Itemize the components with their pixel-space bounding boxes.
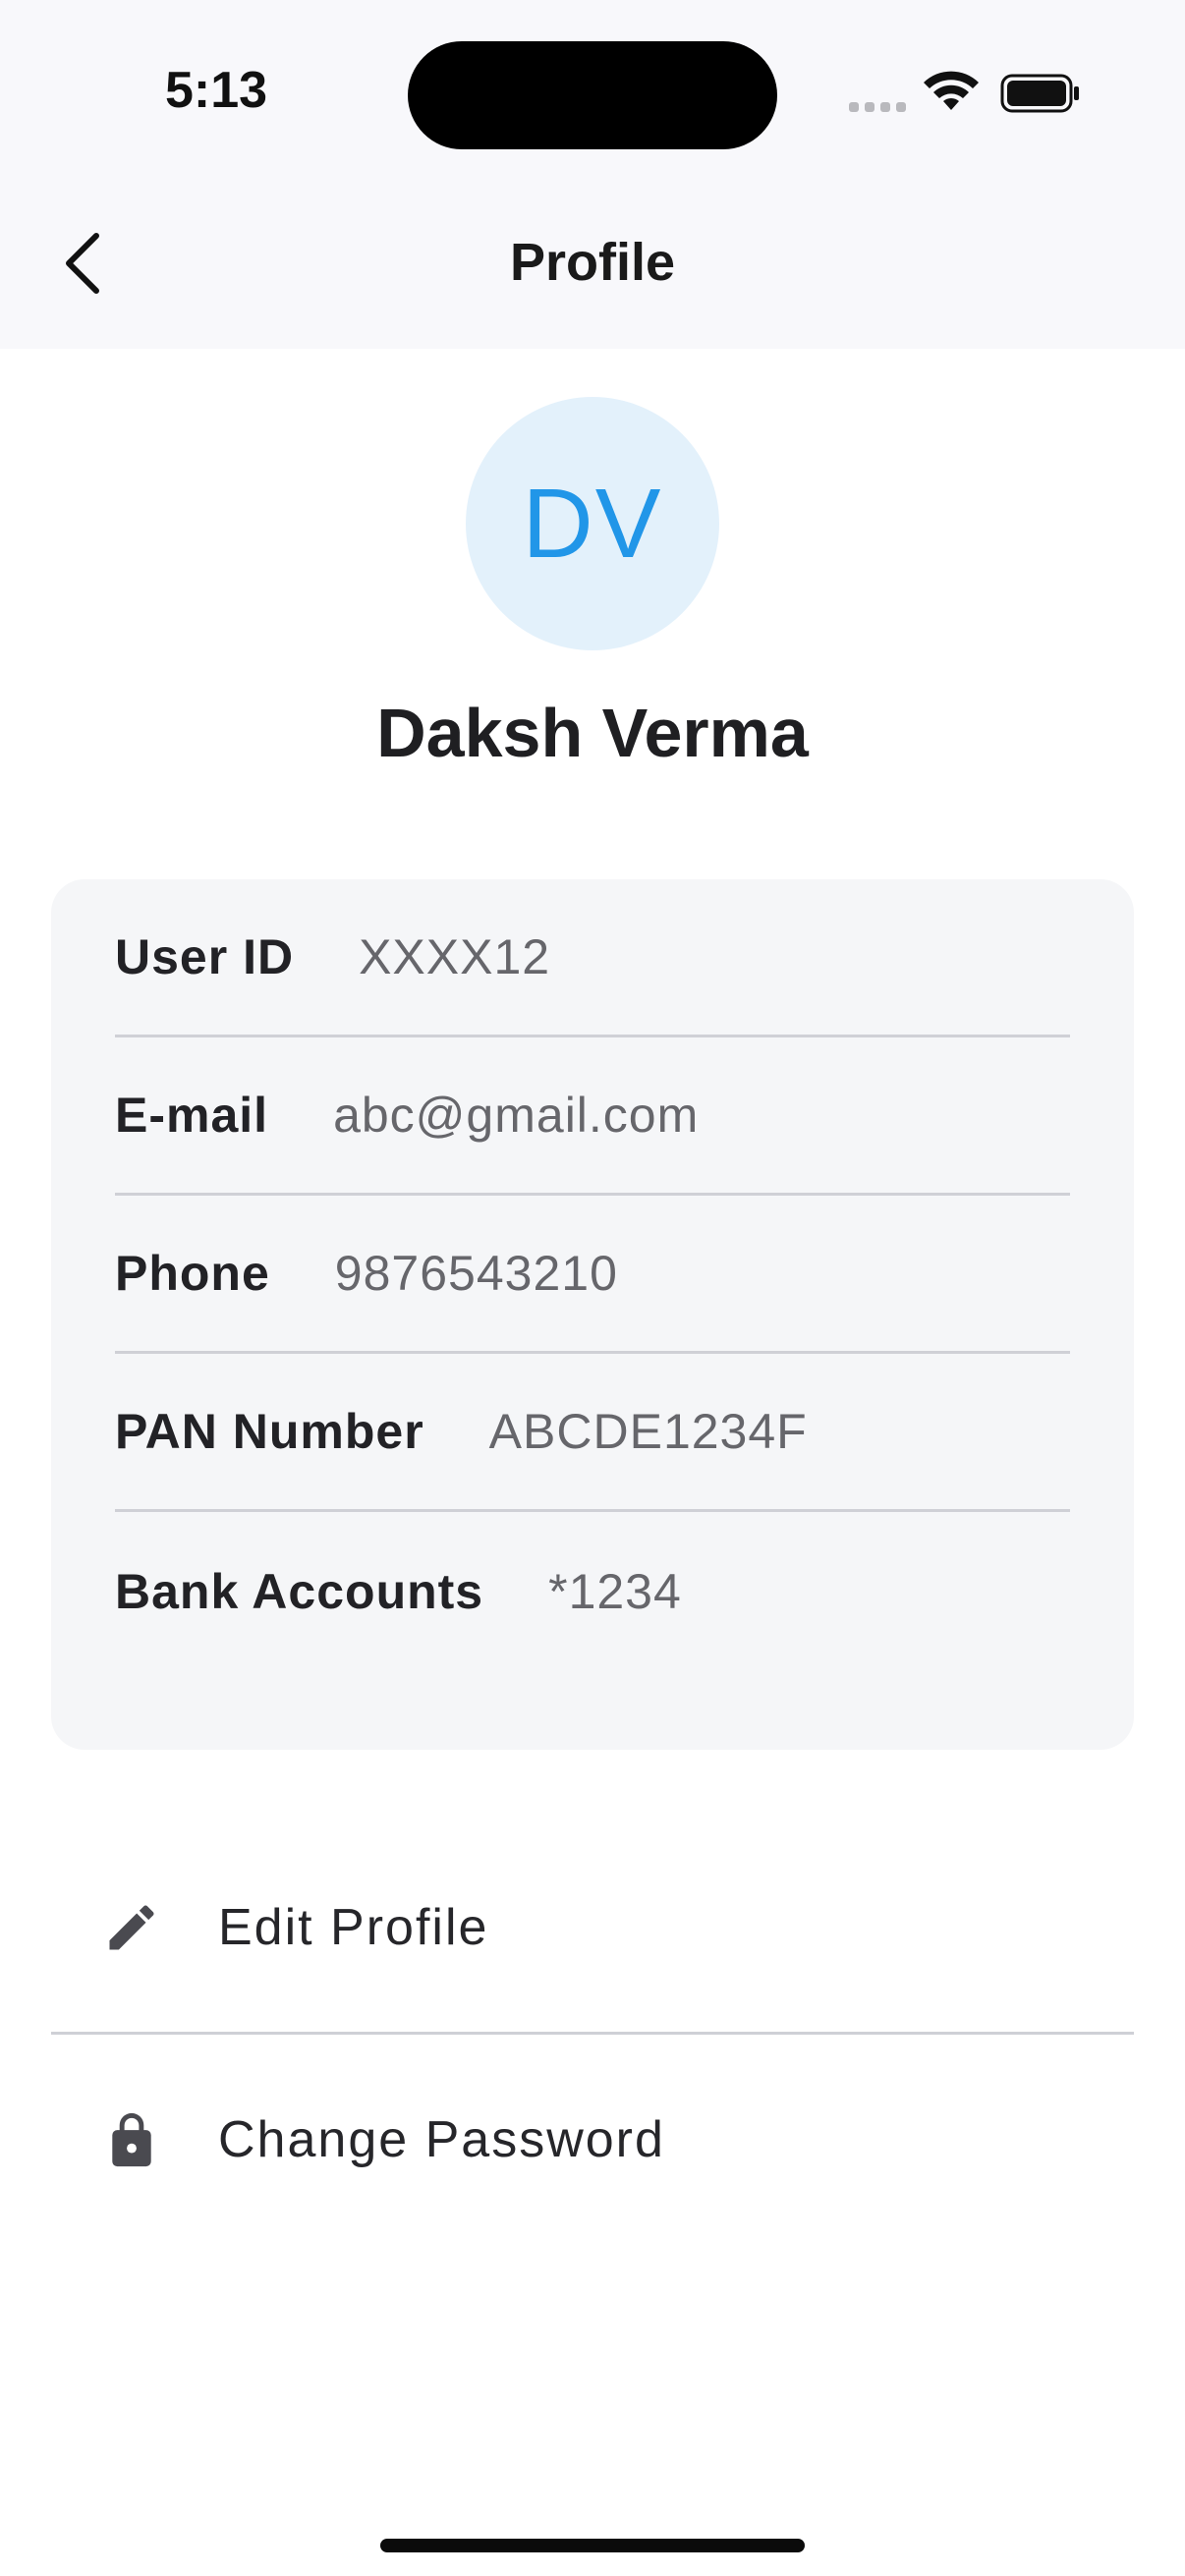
detail-value: 9876543210 — [334, 1246, 618, 1301]
lock-icon — [100, 2108, 163, 2171]
avatar-initials: DV — [522, 468, 663, 579]
detail-row-user-id: User ID XXXX12 — [115, 879, 1070, 1037]
status-time: 5:13 — [164, 62, 268, 119]
detail-value: *1234 — [548, 1563, 682, 1619]
battery-icon — [1000, 74, 1079, 113]
detail-value: XXXX12 — [359, 929, 551, 984]
detail-label: Phone — [115, 1246, 270, 1301]
edit-profile-button[interactable]: Edit Profile — [51, 1822, 1134, 2035]
page-title: Profile — [509, 233, 676, 292]
home-indicator[interactable] — [380, 2539, 805, 2552]
profile-details-card: User ID XXXX12 E-mail abc@gmail.com Phon… — [51, 879, 1134, 1750]
detail-row-email: E-mail abc@gmail.com — [115, 1037, 1070, 1196]
detail-label: User ID — [115, 929, 295, 984]
detail-value: ABCDE1234F — [488, 1404, 808, 1459]
detail-row-bank-accounts: Bank Accounts *1234 — [115, 1512, 1070, 1670]
pencil-icon — [100, 1896, 163, 1959]
change-password-button[interactable]: Change Password — [51, 2034, 1134, 2246]
edit-profile-label: Edit Profile — [218, 1898, 489, 1956]
dynamic-island — [408, 41, 777, 149]
wifi-icon — [924, 71, 979, 110]
detail-value: abc@gmail.com — [333, 1088, 700, 1143]
cellular-signal-icon — [849, 102, 906, 112]
change-password-label: Change Password — [218, 2111, 665, 2168]
header-area: 5:13 Profile — [0, 0, 1185, 349]
detail-row-phone: Phone 9876543210 — [115, 1196, 1070, 1354]
detail-label: PAN Number — [115, 1404, 424, 1459]
detail-label: E-mail — [115, 1088, 269, 1143]
avatar: DV — [466, 397, 719, 650]
detail-label: Bank Accounts — [115, 1563, 484, 1619]
detail-row-pan-number: PAN Number ABCDE1234F — [115, 1354, 1070, 1512]
user-name: Daksh Verma — [376, 695, 809, 771]
profile-screen: 5:13 Profile DV Daksh Verma User ID XXXX… — [0, 0, 1185, 2576]
